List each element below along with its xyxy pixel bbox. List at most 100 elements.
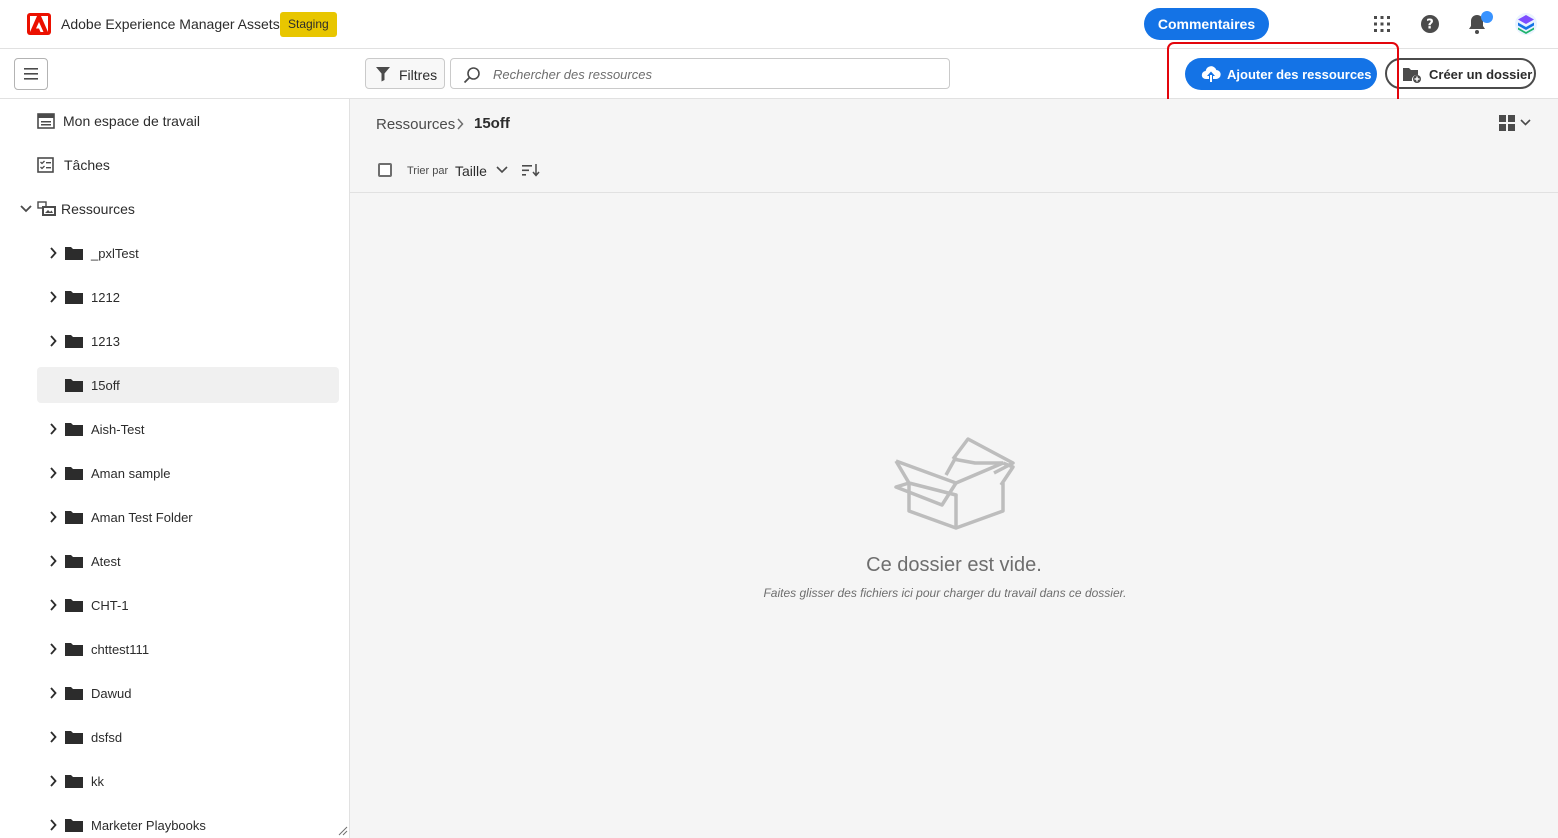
svg-text:?: ?	[1426, 18, 1434, 33]
sidebar-folder-item[interactable]: CHT-1	[37, 587, 339, 623]
breadcrumb-root[interactable]: Ressources	[376, 116, 455, 133]
sidebar: Mon espace de travail Tâches Ressources …	[0, 99, 350, 838]
filter-icon	[376, 67, 390, 82]
content-header: Ressources 15off Trier par Taille	[350, 99, 1558, 193]
chevron-right-icon[interactable]	[49, 775, 57, 787]
chevron-right-icon[interactable]	[49, 599, 57, 611]
app-title[interactable]: Adobe Experience Manager Assets	[61, 16, 280, 32]
chevron-right-icon[interactable]	[49, 335, 57, 347]
folder-label: 1212	[91, 290, 120, 305]
sort-by-dropdown[interactable]: Taille	[455, 163, 487, 179]
add-assets-button[interactable]: Ajouter des ressources	[1185, 58, 1377, 90]
folder-icon	[65, 335, 83, 348]
folder-label: Atest	[91, 554, 121, 569]
chevron-right-icon[interactable]	[49, 643, 57, 655]
notification-dot	[1481, 11, 1493, 23]
apps-grid-icon[interactable]	[1370, 12, 1394, 36]
sidebar-folder-item[interactable]: Aish-Test	[37, 411, 339, 447]
hamburger-icon	[24, 68, 38, 80]
sidebar-folder-item[interactable]: dsfsd	[37, 719, 339, 755]
top-bar: Adobe Experience Manager Assets Staging …	[0, 0, 1558, 49]
help-icon[interactable]: ?	[1418, 12, 1442, 36]
folder-label: dsfsd	[91, 730, 123, 745]
filters-button[interactable]: Filtres	[365, 58, 445, 89]
sidebar-folder-item[interactable]: Dawud	[37, 675, 339, 711]
chevron-right-icon	[457, 118, 464, 130]
folder-label: Aman Test Folder	[91, 510, 193, 525]
content-area[interactable]: Ressources 15off Trier par Taille Ce dos…	[350, 99, 1558, 838]
sidebar-folder-item[interactable]: _pxlTest	[37, 235, 339, 271]
sidebar-folder-item[interactable]: Aman sample	[37, 455, 339, 491]
folder-label: kk	[91, 774, 104, 789]
sidebar-folder-item[interactable]: kk	[37, 763, 339, 799]
chevron-right-icon[interactable]	[49, 819, 57, 831]
user-avatar-icon[interactable]	[1514, 12, 1538, 36]
assets-icon	[37, 201, 56, 216]
resize-handle-icon[interactable]	[338, 826, 348, 836]
folder-icon	[65, 643, 83, 656]
view-switcher-icon[interactable]	[1498, 114, 1532, 132]
adobe-logo-icon[interactable]	[27, 13, 51, 35]
folder-icon	[65, 423, 83, 436]
folder-label: _pxlTest	[91, 246, 139, 261]
action-toolbar: Filtres Ajouter des ressources Créer un …	[0, 49, 1558, 99]
sidebar-folder-item[interactable]: 1212	[37, 279, 339, 315]
sort-order-icon[interactable]	[521, 162, 541, 178]
folder-icon	[65, 379, 83, 392]
empty-state-title: Ce dossier est vide.	[866, 554, 1042, 576]
sidebar-item-assets[interactable]: Ressources	[0, 191, 349, 227]
folder-icon	[65, 599, 83, 612]
folder-icon	[65, 775, 83, 788]
tasks-icon	[37, 157, 54, 173]
sidebar-folder-item[interactable]: 1213	[37, 323, 339, 359]
folder-icon	[65, 511, 83, 524]
chevron-right-icon[interactable]	[49, 291, 57, 303]
sidebar-item-workspace[interactable]: Mon espace de travail	[0, 103, 349, 139]
folder-add-icon	[1403, 68, 1421, 83]
create-folder-button[interactable]: Créer un dossier	[1385, 58, 1536, 89]
chevron-down-icon[interactable]	[20, 205, 32, 213]
chevron-right-icon[interactable]	[49, 731, 57, 743]
chevron-down-icon[interactable]	[496, 166, 508, 174]
sidebar-item-label: Mon espace de travail	[63, 113, 200, 129]
folder-label: Dawud	[91, 686, 132, 701]
folder-icon	[65, 291, 83, 304]
sidebar-folder-item[interactable]: Aman Test Folder	[37, 499, 339, 535]
add-assets-label: Ajouter des ressources	[1227, 67, 1372, 82]
folder-label: Marketer Playbooks	[91, 818, 206, 833]
folder-label: Aman sample	[91, 466, 171, 481]
search-input[interactable]	[493, 63, 933, 85]
chevron-right-icon[interactable]	[49, 467, 57, 479]
create-folder-label: Créer un dossier	[1429, 67, 1533, 82]
sidebar-folder-item[interactable]: Marketer Playbooks	[37, 807, 339, 838]
cloud-upload-icon	[1201, 66, 1221, 82]
toggle-rail-button[interactable]	[14, 58, 48, 90]
chevron-right-icon[interactable]	[49, 687, 57, 699]
search-box[interactable]	[450, 58, 950, 89]
chevron-right-icon[interactable]	[49, 511, 57, 523]
chevron-right-icon[interactable]	[49, 555, 57, 567]
folder-icon	[65, 555, 83, 568]
sidebar-folder-item[interactable]: 15off	[37, 367, 339, 403]
chevron-right-icon[interactable]	[49, 423, 57, 435]
sidebar-item-tasks[interactable]: Tâches	[0, 147, 349, 183]
folder-label: 1213	[91, 334, 120, 349]
sidebar-folder-item[interactable]: chttest111	[37, 631, 339, 667]
empty-state-subtitle: Faites glisser des fichiers ici pour cha…	[763, 586, 1127, 600]
folder-icon	[65, 467, 83, 480]
sidebar-folder-item[interactable]: Atest	[37, 543, 339, 579]
sidebar-item-label: Ressources	[61, 201, 135, 217]
filters-label: Filtres	[399, 67, 438, 83]
feedback-button[interactable]: Commentaires	[1144, 8, 1269, 40]
folder-label: CHT-1	[91, 598, 129, 613]
folder-label: Aish-Test	[91, 422, 145, 437]
folder-icon	[65, 687, 83, 700]
select-all-checkbox[interactable]	[378, 163, 392, 177]
folder-icon	[65, 731, 83, 744]
folder-icon	[65, 247, 83, 260]
sidebar-item-label: Tâches	[64, 157, 110, 173]
folder-label: chttest111	[91, 642, 150, 657]
chevron-right-icon[interactable]	[49, 247, 57, 259]
folder-label: 15off	[91, 378, 120, 393]
environment-badge: Staging	[280, 12, 337, 37]
